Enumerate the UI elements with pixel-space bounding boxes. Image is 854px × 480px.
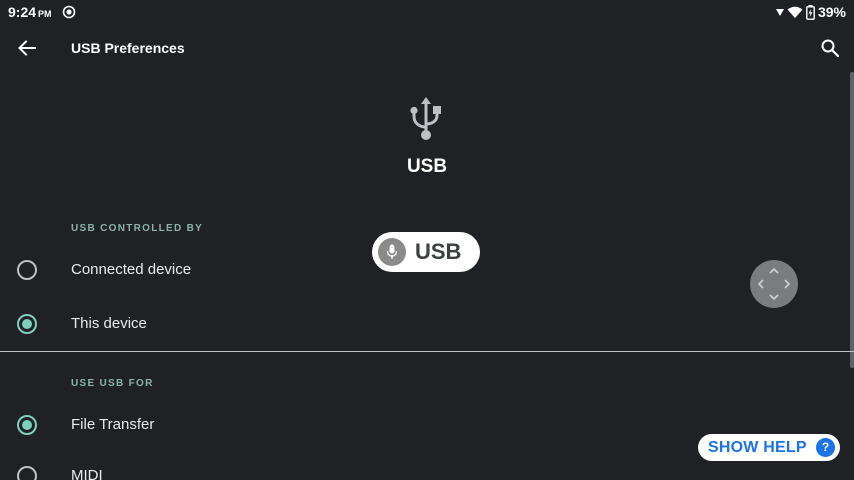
status-time-value: 9:24 bbox=[8, 4, 37, 20]
status-icons: 39% bbox=[775, 4, 846, 20]
section-divider bbox=[0, 351, 854, 352]
show-help-label: SHOW HELP bbox=[708, 438, 807, 456]
status-bar: 9:24 PM 39% bbox=[0, 0, 854, 24]
status-time: 9:24 PM bbox=[8, 4, 52, 20]
signal-icon bbox=[775, 9, 784, 16]
wifi-icon bbox=[787, 6, 803, 18]
status-time-ampm: PM bbox=[38, 9, 52, 19]
search-button[interactable] bbox=[818, 36, 842, 60]
option-label: Connected device bbox=[71, 261, 192, 278]
radio-button-unchecked[interactable] bbox=[17, 260, 37, 280]
option-label: MIDI bbox=[71, 467, 103, 480]
page-title: USB Preferences bbox=[71, 40, 185, 56]
voice-command-chip[interactable]: USB bbox=[372, 232, 480, 272]
search-icon bbox=[821, 39, 839, 57]
show-help-button[interactable]: SHOW HELP ? bbox=[698, 434, 840, 461]
microphone-icon bbox=[378, 238, 406, 266]
option-label: File Transfer bbox=[71, 416, 155, 433]
section-header-use-usb-for: USE USB FOR bbox=[71, 378, 154, 389]
arrow-back-icon bbox=[18, 40, 36, 56]
directional-arrows-icon bbox=[757, 267, 791, 301]
help-question-icon: ? bbox=[816, 438, 835, 457]
option-label: This device bbox=[71, 315, 147, 332]
option-this-device[interactable]: This device bbox=[0, 300, 854, 348]
battery-percent: 39% bbox=[817, 4, 846, 20]
voice-chip-text: USB bbox=[415, 239, 462, 264]
back-button[interactable] bbox=[12, 36, 42, 60]
radio-button-checked[interactable] bbox=[17, 314, 37, 334]
battery-icon bbox=[806, 4, 815, 20]
app-bar: USB Preferences bbox=[0, 24, 854, 72]
section-header-usb-controlled-by: USB CONTROLLED BY bbox=[71, 223, 204, 234]
radio-button-unchecked[interactable] bbox=[17, 466, 37, 480]
header-title: USB bbox=[406, 156, 448, 177]
radio-button-checked[interactable] bbox=[17, 415, 37, 435]
directional-pad[interactable] bbox=[750, 260, 798, 308]
notification-icon bbox=[62, 5, 76, 19]
usb-icon bbox=[410, 97, 441, 140]
